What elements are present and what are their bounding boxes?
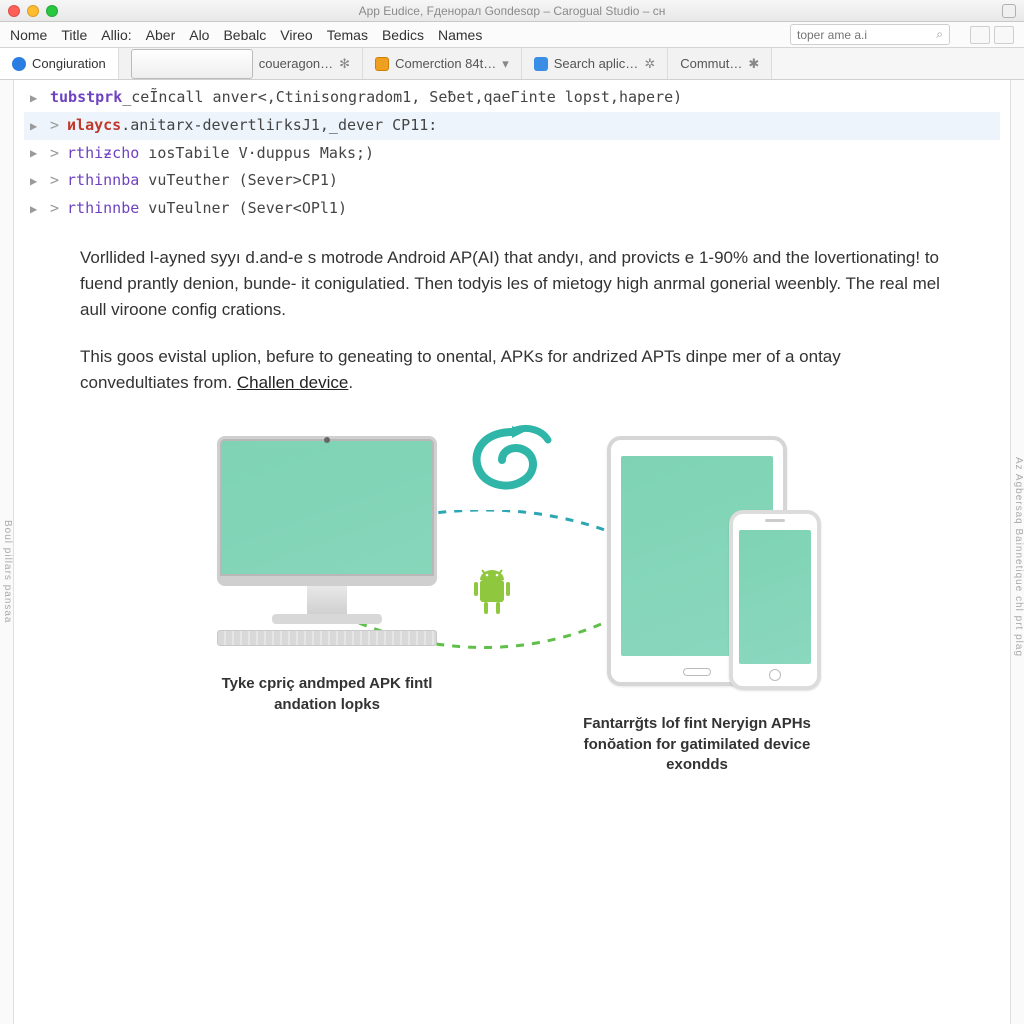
doc-body: Vorllided l-ayned syyı d.and-e s motrode… xyxy=(20,227,1004,427)
tab-extra: ✲ xyxy=(644,56,655,72)
tree-text: _ceĨncall anver<,Ctinisongradom1, Seƀet,… xyxy=(122,88,682,106)
doc-text: This goos evistal uplion, befure to gene… xyxy=(80,347,841,392)
phone-icon xyxy=(729,510,821,690)
code-tree: ▶ tubstprk_ceĨncall anver<,Ctinisongrado… xyxy=(20,80,1004,227)
tree-text: vuTeulner (Sever<OPl1) xyxy=(139,199,347,217)
toolbar-button-1[interactable] xyxy=(970,26,990,44)
expand-arrow-icon[interactable]: ▶ xyxy=(30,170,42,192)
doc-text: . xyxy=(348,373,353,392)
tab-configuration[interactable]: Congiuration xyxy=(0,48,119,79)
tab-search-aplic[interactable]: Search aplic… ✲ xyxy=(522,48,668,79)
nest-indicator: > xyxy=(50,140,59,168)
tab-label: coueragon… xyxy=(259,56,333,71)
window-titlebar: App Eudice, Fденорал Gопdеsαр – Carogual… xyxy=(0,0,1024,22)
main-menubar: Nome Title Allio: Aber Alo Bebalc Vireo … xyxy=(0,22,1024,48)
tab-label: Commut… xyxy=(680,56,742,71)
tree-keyword: иlaycs xyxy=(67,116,121,134)
expand-arrow-icon[interactable]: ▶ xyxy=(30,87,42,109)
keyboard-icon xyxy=(217,630,437,646)
tree-row[interactable]: ▶ tubstprk_ceĨncall anver<,Ctinisongrado… xyxy=(24,84,1000,112)
expand-arrow-icon[interactable]: ▶ xyxy=(30,198,42,220)
globe-icon xyxy=(12,57,26,71)
chevron-down-icon[interactable]: ▾ xyxy=(502,56,509,72)
tree-row[interactable]: ▶ > rthinnba vuTeuther (Sever>CP1) xyxy=(24,167,1000,195)
swirl-icon xyxy=(452,420,572,510)
tree-text: .anitarx-devertliгksJ1,_dever CP11: xyxy=(121,116,437,134)
menu-item[interactable]: Nome xyxy=(10,27,47,43)
tree-row[interactable]: ▶ > иlaycs.anitarx-devertliгksJ1,_dever … xyxy=(24,112,1000,140)
diagram: Tyke cpriç andmped APK fintl andation lo… xyxy=(20,436,1004,775)
tab-extra: ✻ xyxy=(339,56,350,72)
mobile-devices-icon xyxy=(607,436,787,686)
doc-icon xyxy=(131,49,253,79)
expand-arrow-icon[interactable]: ▶ xyxy=(30,115,42,137)
tree-keyword: rthiƶcho xyxy=(67,144,139,162)
nest-indicator: > xyxy=(50,195,59,223)
tab-label: Search aplic… xyxy=(554,56,639,71)
tab-label: Congiuration xyxy=(32,56,106,71)
tree-text: vuTeuther (Sever>CP1) xyxy=(139,171,338,189)
menu-item[interactable]: Allio: xyxy=(101,27,131,43)
toolbar-button-2[interactable] xyxy=(994,26,1014,44)
challen-device-link[interactable]: Challen device xyxy=(237,373,349,392)
tree-keyword: rthinnbe xyxy=(67,199,139,217)
tab-label: Comerction 84t… xyxy=(395,56,496,71)
window-title: App Eudice, Fденорал Gопdеsαр – Carogual… xyxy=(0,4,1024,18)
diagram-right-col: Fantarrğts lof fint Neryign APHs fonŏati… xyxy=(567,436,827,775)
nest-indicator: > xyxy=(50,112,59,140)
search-tab-icon xyxy=(534,57,548,71)
diagram-left-col: Tyke cpriç andmped APK fintl andation lo… xyxy=(197,436,457,715)
menu-item[interactable]: Aber xyxy=(146,27,176,43)
menu-item[interactable]: Title xyxy=(61,27,87,43)
doc-paragraph: This goos evistal uplion, befure to gene… xyxy=(80,344,944,397)
menu-item[interactable]: Alo xyxy=(189,27,209,43)
tab-commut[interactable]: Commut… ✱ xyxy=(668,48,772,79)
tree-text: ıosTabile V·duppus Maks;) xyxy=(139,144,374,162)
search-icon: ⌕ xyxy=(936,27,943,42)
tab-comerction[interactable]: Comerction 84t… ▾ xyxy=(363,48,522,79)
expand-arrow-icon[interactable]: ▶ xyxy=(30,142,42,164)
tab-extra: ✱ xyxy=(748,56,759,72)
tree-row[interactable]: ▶ > rthiƶcho ıosTabile V·duppus Maks;) xyxy=(24,140,1000,168)
search-input[interactable] xyxy=(797,28,930,42)
doc-paragraph: Vorllided l-ayned syyı d.and-e s motrode… xyxy=(80,245,944,324)
desktop-monitor-icon xyxy=(217,436,437,646)
menu-item[interactable]: Bedics xyxy=(382,27,424,43)
search-input-wrap[interactable]: ⌕ xyxy=(790,24,950,45)
tree-row[interactable]: ▶ > rthinnbe vuTeulner (Sever<OPl1) xyxy=(24,195,1000,223)
editor-tabs: Congiuration coueragon… ✻ Comerction 84t… xyxy=(0,48,1024,80)
tree-keyword: tubstprk xyxy=(50,88,122,106)
diagram-caption-left: Tyke cpriç andmped APK fintl andation lo… xyxy=(197,674,457,715)
diagram-caption-right: Fantarrğts lof fint Neryign APHs fonŏati… xyxy=(567,714,827,775)
left-gutter[interactable]: Boul pillars pansaa xyxy=(0,80,14,1024)
tree-keyword: rthinnba xyxy=(67,171,139,189)
editor-content: ▶ tubstprk_ceĨncall anver<,Ctinisongrado… xyxy=(14,80,1010,1024)
cube-icon xyxy=(375,57,389,71)
toolbar-buttons xyxy=(970,26,1014,44)
right-gutter[interactable]: Az Agbersaq Bainnetique chl prt plag xyxy=(1010,80,1024,1024)
menu-item[interactable]: Names xyxy=(438,27,482,43)
menu-item[interactable]: Vireo xyxy=(280,27,312,43)
tab-coueragon[interactable]: coueragon… ✻ xyxy=(119,48,363,79)
menu-item[interactable]: Temas xyxy=(327,27,368,43)
nest-indicator: > xyxy=(50,167,59,195)
menu-item[interactable]: Bebalc xyxy=(223,27,266,43)
android-icon xyxy=(470,568,514,620)
